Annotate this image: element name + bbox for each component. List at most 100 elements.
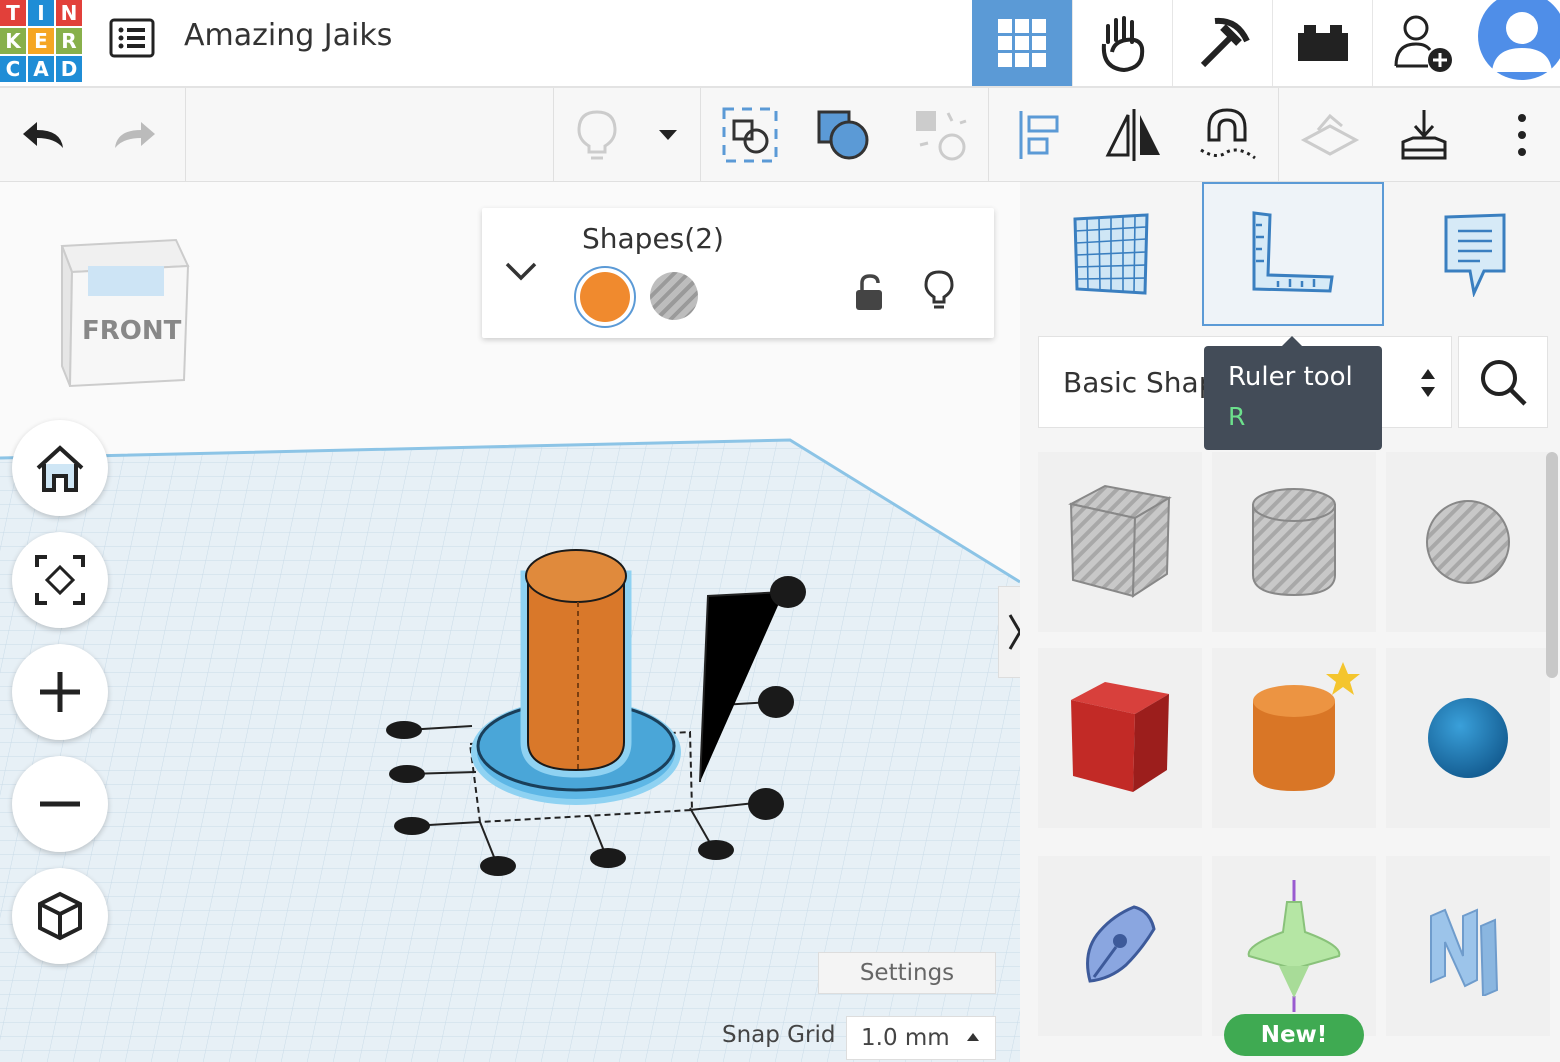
user-avatar[interactable] (1476, 0, 1560, 82)
ortho-icon (38, 891, 82, 941)
logo-letter: A (28, 56, 54, 82)
hide-button[interactable] (924, 270, 954, 316)
logo-letter: K (0, 28, 26, 54)
add-user-icon (1394, 15, 1452, 72)
fit-icon (35, 555, 85, 605)
shape-inspector: Shapes(2) (482, 208, 994, 338)
redo-icon (115, 122, 155, 148)
tab-ruler[interactable] (1202, 182, 1384, 326)
notes-icon (1444, 213, 1506, 297)
cruise-button[interactable] (1188, 88, 1268, 182)
tinkercad-logo[interactable]: TIN KER CAD (0, 0, 84, 82)
logo-letter: E (28, 28, 54, 54)
zoom-in-button[interactable] (12, 644, 108, 740)
list-icon (109, 18, 155, 58)
box-icon (1071, 682, 1169, 792)
snap-grid-select[interactable]: 1.0 mm (846, 1016, 996, 1060)
sphere-icon (1428, 698, 1508, 778)
logo-letter: R (56, 28, 82, 54)
union-icon (817, 110, 869, 160)
export-button[interactable] (1384, 88, 1464, 182)
hole-button[interactable] (650, 272, 698, 320)
solid-color-button[interactable] (574, 266, 636, 328)
search-icon (1481, 360, 1527, 406)
visibility-dropdown[interactable] (642, 88, 694, 182)
shape-box-hole[interactable] (1038, 452, 1202, 632)
workplane-snap-button[interactable] (1290, 88, 1370, 182)
ungroup-icon (916, 111, 967, 161)
home-view-button[interactable] (12, 420, 108, 516)
logo-letter: N (56, 0, 82, 26)
top-bar: TIN KER CAD Amazing Jaiks (0, 0, 1560, 88)
shape-cylinder-hole[interactable] (1212, 452, 1376, 632)
snap-grid-label: Snap Grid (722, 1022, 836, 1048)
logo-letter: I (28, 0, 54, 26)
nav-circuits[interactable] (1072, 0, 1172, 86)
ungroup-button[interactable] (900, 88, 980, 182)
nav-3d-design[interactable] (972, 0, 1072, 86)
ruler-tooltip: Ruler tool R (1204, 336, 1382, 450)
lightbulb-icon (924, 270, 954, 309)
logo-letter: D (56, 56, 82, 82)
view-cube[interactable]: FRONT (56, 236, 196, 396)
nav-bricks[interactable] (1272, 0, 1372, 86)
nav-invite[interactable] (1372, 0, 1472, 86)
brick-icon (1297, 25, 1348, 61)
redo-button[interactable] (100, 88, 170, 182)
project-title[interactable]: Amazing Jaiks (184, 18, 392, 53)
home-icon (36, 445, 84, 492)
lightbulb-icon (577, 110, 617, 160)
undo-button[interactable] (8, 88, 78, 182)
align-button[interactable] (1000, 88, 1078, 182)
align-icon (1019, 111, 1059, 159)
zoom-in-icon (40, 672, 80, 712)
more-icon (1518, 114, 1526, 156)
chevron-down-icon (505, 262, 537, 281)
fit-view-button[interactable] (12, 532, 108, 628)
text-shape-icon (1430, 908, 1499, 996)
scribble-icon (1086, 905, 1156, 983)
shape-scribble[interactable] (1038, 856, 1202, 1036)
solid-color-swatch (580, 272, 630, 322)
group-button[interactable] (712, 88, 788, 182)
search-shapes-button[interactable] (1458, 336, 1548, 428)
avatar-icon (1478, 0, 1560, 80)
tab-notes[interactable] (1384, 182, 1560, 326)
design-list-button[interactable] (108, 16, 156, 60)
shape-text[interactable] (1386, 856, 1550, 1036)
workplane-snap-icon (1300, 113, 1360, 156)
star-icon (1326, 662, 1360, 695)
lock-button[interactable] (854, 274, 884, 316)
export-icon (1401, 110, 1447, 160)
shape-top[interactable] (1212, 856, 1376, 1036)
more-options-button[interactable] (1492, 88, 1552, 182)
mirror-icon (1105, 109, 1160, 161)
logo-letter: T (0, 0, 26, 26)
ruler-icon (1252, 211, 1334, 293)
logo-letter: C (0, 56, 26, 82)
tab-workplane[interactable] (1020, 182, 1202, 326)
shape-box[interactable] (1038, 648, 1202, 828)
ortho-view-button[interactable] (12, 868, 108, 964)
shape-cylinder[interactable] (1212, 648, 1376, 828)
view-cube-front-label: FRONT (82, 316, 182, 346)
settings-button[interactable]: Settings (818, 952, 996, 994)
toolbar (0, 88, 1560, 182)
nav-codeblocks[interactable] (1172, 0, 1272, 86)
pickaxe-icon (1200, 17, 1250, 68)
mirror-button[interactable] (1094, 88, 1174, 182)
shape-sphere[interactable] (1386, 648, 1550, 828)
group-icon (722, 107, 778, 163)
zoom-out-button[interactable] (12, 756, 108, 852)
box-hole-icon (1068, 484, 1172, 598)
panel-scrollbar[interactable] (1546, 452, 1558, 678)
union-button[interactable] (806, 88, 882, 182)
show-all-button[interactable] (560, 88, 634, 182)
caret-up-icon (967, 1033, 979, 1041)
snap-grid-value: 1.0 mm (861, 1025, 950, 1051)
tooltip-shortcut: R (1228, 402, 1246, 431)
shape-sphere-hole[interactable] (1386, 452, 1550, 632)
grid-icon (998, 19, 1046, 67)
collapse-inspector-button[interactable] (504, 260, 538, 286)
sphere-hole-icon (1426, 500, 1510, 584)
